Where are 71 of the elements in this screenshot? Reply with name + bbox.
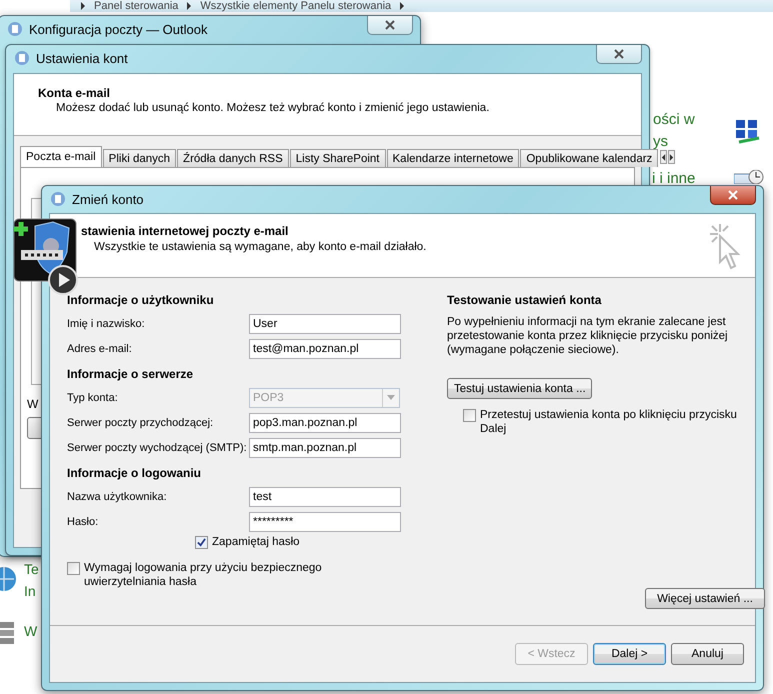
tab[interactable]: Pliki danych — [102, 149, 176, 167]
checkbox-label[interactable]: Przetestuj ustawienia konta po kliknięciu przycisku Dalej — [480, 408, 765, 436]
test-description: Po wypełnieniu informacji na tym ekranie zalecane jest przetestowanie konta przez kliknięcie przycisku poniżej (wymagane połączenie sieciowe). — [447, 315, 729, 357]
checkbox[interactable] — [67, 562, 80, 575]
group-heading: Testowanie ustawień konta — [447, 292, 602, 309]
input-field[interactable]: test@man.poznan.pl — [249, 338, 401, 358]
tab[interactable]: Listy SharePoint — [290, 149, 386, 167]
checkbox[interactable] — [195, 536, 208, 549]
tab[interactable]: Poczta e-mail — [20, 146, 102, 167]
left-arrow-icon — [661, 154, 666, 160]
right-arrow-icon — [669, 154, 674, 160]
section-heading: Konta e-mail — [38, 86, 112, 100]
control-panel-link[interactable]: W — [24, 623, 38, 639]
close-icon — [728, 190, 738, 200]
dropdown-arrow-icon — [387, 395, 395, 400]
chevron-icon — [186, 2, 192, 10]
field-label: Serwer poczty przychodzącej: — [67, 416, 214, 428]
footer-button[interactable]: Dalej > — [593, 643, 666, 665]
footer-button[interactable]: Anuluj — [671, 643, 744, 665]
input-field[interactable]: User — [249, 314, 401, 334]
input-field[interactable]: test — [249, 486, 401, 506]
control-panel-link[interactable]: ys — [653, 133, 668, 150]
checkbox-label[interactable]: Zapamiętaj hasło — [212, 535, 300, 549]
window-title: Ustawienia kont — [36, 50, 128, 66]
test-settings-button[interactable]: Testuj ustawienia konta ... — [447, 378, 592, 399]
control-panel-link[interactable]: In — [24, 583, 36, 599]
chevron-icon — [80, 2, 86, 10]
group-heading: Informacje o serwerze — [67, 366, 194, 383]
tab[interactable]: Kalendarze internetowe — [386, 149, 520, 167]
field-label: Hasło: — [67, 516, 100, 528]
globe-icon — [0, 564, 16, 594]
input-field[interactable]: smtp.man.poznan.pl — [249, 438, 401, 458]
control-panel-link[interactable]: ości w — [653, 111, 695, 128]
close-button[interactable] — [596, 45, 642, 64]
app-icon — [7, 21, 23, 37]
group-heading: Informacje o logowaniu — [67, 465, 202, 482]
field-label: Adres e-mail: — [67, 342, 133, 354]
section-description: Możesz dodać lub usunąć konto. Możesz też wybrać konto i zmienić jego ustawienia. — [55, 102, 490, 114]
address-bar[interactable]: Panel sterowania Wszystkie elementy Panelu sterowania — [70, 0, 773, 12]
network-icon — [733, 118, 761, 146]
tab[interactable]: Opublikowane kalendarz — [520, 149, 658, 167]
close-button[interactable] — [367, 16, 413, 35]
field-label: Typ konta: — [67, 392, 119, 404]
breadcrumb-item[interactable]: Panel sterowania — [94, 0, 178, 12]
close-button[interactable] — [710, 186, 756, 205]
group-heading: Informacje o użytkowniku — [67, 292, 215, 309]
close-icon — [614, 49, 624, 59]
chevron-icon — [399, 2, 406, 10]
checkbox-label[interactable]: Wymagaj logowania przy użyciu bezpiecznego uwierzytelniania hasła — [84, 561, 334, 589]
dialog-heading: stawienia internetowej poczty e-mail — [81, 224, 290, 238]
scroll-right-button[interactable] — [668, 150, 676, 164]
breadcrumb-item[interactable]: Wszystkie elementy Panelu sterowania — [200, 0, 392, 12]
window-title: Konfiguracja poczty — Outlook — [29, 22, 208, 36]
field-label: Serwer poczty wychodzącej (SMTP): — [67, 442, 248, 454]
checkbox[interactable] — [463, 409, 476, 422]
app-icon — [14, 50, 30, 66]
window-title: Zmień konto — [72, 192, 144, 206]
field-label: Imię i nazwisko: — [67, 318, 146, 330]
dialog-subheading: Wszystkie te ustawienia są wymagane, aby konto e-mail działało. — [93, 241, 428, 253]
password-field[interactable]: ********* — [249, 512, 401, 532]
tab[interactable]: Źródła danych RSS — [177, 149, 289, 167]
control-panel-link[interactable]: Te — [24, 561, 39, 577]
close-icon — [385, 20, 395, 30]
input-field[interactable]: pop3.man.poznan.pl — [249, 412, 401, 432]
scroll-left-button[interactable] — [660, 150, 668, 164]
control-panel-link[interactable]: i i inne — [652, 170, 696, 187]
calendar-clock-icon — [734, 170, 764, 184]
app-icon — [50, 191, 66, 207]
more-settings-button[interactable]: Więcej ustawień ... — [645, 588, 765, 609]
panel-label: W — [27, 397, 38, 411]
field-label: Nazwa użytkownika: — [67, 490, 168, 502]
